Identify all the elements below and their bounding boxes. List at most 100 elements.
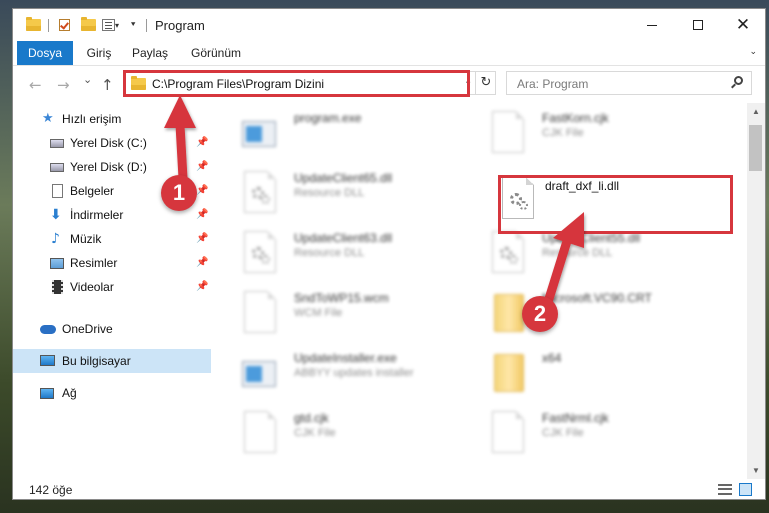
refresh-button[interactable]: ↻ — [475, 72, 496, 94]
sidebar-item-music[interactable]: ♪ Müzik 📌 — [13, 227, 211, 251]
videos-icon — [52, 280, 63, 294]
address-bar[interactable]: C:\Program Files\Program Dizini ⌄ ↻ — [124, 71, 496, 95]
file-item[interactable]: UpdateInstaller.exe ABBYY updates instal… — [222, 345, 462, 401]
pin-icon[interactable]: 📌 — [196, 257, 208, 268]
exe-icon — [242, 111, 278, 155]
file-name: gtd.cjk — [294, 411, 329, 425]
back-button[interactable]: ← — [29, 76, 42, 94]
file-icon — [490, 111, 526, 155]
sidebar-item-label: Ağ — [62, 386, 77, 400]
sidebar-item-label: Resimler — [70, 256, 118, 270]
minimize-icon — [647, 24, 657, 26]
sidebar-item-network[interactable]: Ağ — [13, 381, 211, 405]
file-icon — [490, 411, 526, 455]
details-view-icon[interactable] — [718, 484, 732, 495]
sidebar-item-pictures[interactable]: Resimler 📌 — [13, 251, 211, 275]
maximize-icon — [693, 20, 703, 30]
address-path[interactable]: C:\Program Files\Program Dizini — [152, 77, 324, 91]
file-item-draft-dxf-li-dll[interactable]: draft_dxf_li.dll — [470, 175, 710, 231]
file-name: draft_dxf_li.dll — [545, 179, 620, 193]
sidebar-item-label: Yerel Disk (C:) — [70, 136, 147, 150]
file-type: Resource DLL — [294, 187, 365, 199]
file-item[interactable]: SndToWP15.wcm WCM File — [222, 285, 462, 341]
pin-icon[interactable]: 📌 — [196, 233, 208, 244]
pin-icon[interactable]: 📌 — [196, 161, 208, 172]
file-name: UpdateClient55.dll — [542, 231, 641, 245]
sidebar-item-label: Müzik — [70, 232, 102, 246]
file-list: program.exe UpdateClient65.dll Resource … — [212, 103, 747, 479]
search-icon[interactable] — [734, 76, 743, 85]
address-dropdown-icon[interactable]: ⌄ — [464, 76, 472, 87]
file-type: Resource DLL — [542, 247, 613, 259]
file-item[interactable]: program.exe — [222, 105, 462, 161]
sidebar-item-onedrive[interactable]: OneDrive — [13, 317, 211, 341]
title-bar: ▾ ⯆ Program ✕ — [13, 9, 765, 41]
file-item[interactable]: Microsoft.VC90.CRT — [470, 285, 710, 341]
file-item[interactable]: FastKorn.cjk CJK File — [470, 105, 710, 161]
new-folder-icon[interactable] — [81, 17, 96, 33]
file-item[interactable]: UpdateClient65.dll Resource DLL — [222, 165, 462, 221]
file-name: UpdateClient65.dll — [294, 171, 393, 185]
sidebar-item-this-pc[interactable]: Bu bilgisayar — [13, 349, 211, 373]
ribbon-tabs: Dosya Giriş Paylaş Görünüm ⌄ — [13, 41, 765, 66]
scroll-down-icon[interactable]: ▼ — [747, 462, 765, 479]
file-item[interactable]: UpdateClient63.dll Resource DLL — [222, 225, 462, 281]
forward-button[interactable]: → — [57, 76, 70, 94]
file-item[interactable]: x64 — [470, 345, 710, 401]
recent-locations-button[interactable]: ⌄ — [83, 73, 92, 86]
tab-home[interactable]: Giriş — [79, 41, 119, 65]
folder-icon — [131, 76, 146, 90]
file-item[interactable]: FastNrml.cjk CJK File — [470, 405, 710, 461]
tab-view[interactable]: Görünüm — [183, 41, 249, 65]
sidebar-item-videos[interactable]: Videolar 📌 — [13, 275, 211, 299]
pin-icon[interactable]: 📌 — [196, 281, 208, 292]
quick-access-folder-icon[interactable] — [26, 17, 41, 33]
folder-icon — [490, 291, 526, 335]
computer-icon — [40, 355, 55, 366]
file-name: Microsoft.VC90.CRT — [542, 291, 652, 305]
vertical-scrollbar[interactable]: ▲ ▼ — [747, 103, 765, 479]
tab-file[interactable]: Dosya — [17, 41, 73, 65]
file-name: SndToWP15.wcm — [294, 291, 389, 305]
sidebar-item-label: İndirmeler — [70, 208, 124, 222]
file-icon — [242, 411, 278, 455]
maximize-button[interactable] — [675, 9, 721, 41]
properties-check-icon[interactable] — [59, 17, 70, 33]
large-icons-view-icon[interactable] — [739, 483, 752, 496]
search-input[interactable]: Ara: Program — [517, 77, 588, 91]
file-type: WCM File — [294, 307, 343, 319]
scrollbar-thumb[interactable] — [749, 125, 762, 171]
search-box[interactable]: Ara: Program — [506, 71, 752, 95]
file-item[interactable]: UpdateClient55.dll Resource DLL — [470, 225, 710, 281]
dll-icon — [490, 231, 526, 275]
file-item[interactable]: gtd.cjk CJK File — [222, 405, 462, 461]
sidebar-item-label: OneDrive — [62, 322, 113, 336]
close-button[interactable]: ✕ — [720, 9, 765, 41]
folder-icon — [490, 351, 526, 395]
window-title: Program — [155, 18, 205, 33]
file-name: FastKorn.cjk — [542, 111, 609, 125]
customize-icon[interactable]: ▾ — [102, 17, 119, 33]
toolbar-divider — [48, 19, 49, 32]
pin-icon[interactable]: 📌 — [196, 137, 208, 148]
sidebar-item-label: Yerel Disk (D:) — [70, 160, 147, 174]
dll-icon — [500, 177, 536, 221]
up-button[interactable]: ↑ — [101, 76, 114, 94]
tab-share[interactable]: Paylaş — [125, 41, 175, 65]
file-type: Resource DLL — [294, 247, 365, 259]
quick-access-dropdown-icon[interactable]: ⯆ — [130, 17, 136, 33]
drive-icon — [50, 139, 64, 148]
status-bar: 142 öğe — [13, 479, 765, 499]
pin-icon[interactable]: 📌 — [196, 209, 208, 220]
expand-ribbon-icon[interactable]: ⌄ — [749, 46, 757, 57]
pin-icon[interactable]: 📌 — [196, 185, 208, 196]
minimize-button[interactable] — [629, 9, 675, 41]
sidebar-item-label: Hızlı erişim — [62, 112, 122, 126]
sidebar-item-quick-access[interactable]: ★ Hızlı erişim — [13, 107, 211, 131]
sidebar-item-label: Bu bilgisayar — [62, 354, 131, 368]
scroll-up-icon[interactable]: ▲ — [747, 103, 765, 120]
item-count: 142 öğe — [29, 483, 73, 497]
sidebar-item-local-disk-c[interactable]: Yerel Disk (C:) 📌 — [13, 131, 211, 155]
sidebar-item-label: Belgeler — [70, 184, 115, 198]
file-name: FastNrml.cjk — [542, 411, 609, 425]
